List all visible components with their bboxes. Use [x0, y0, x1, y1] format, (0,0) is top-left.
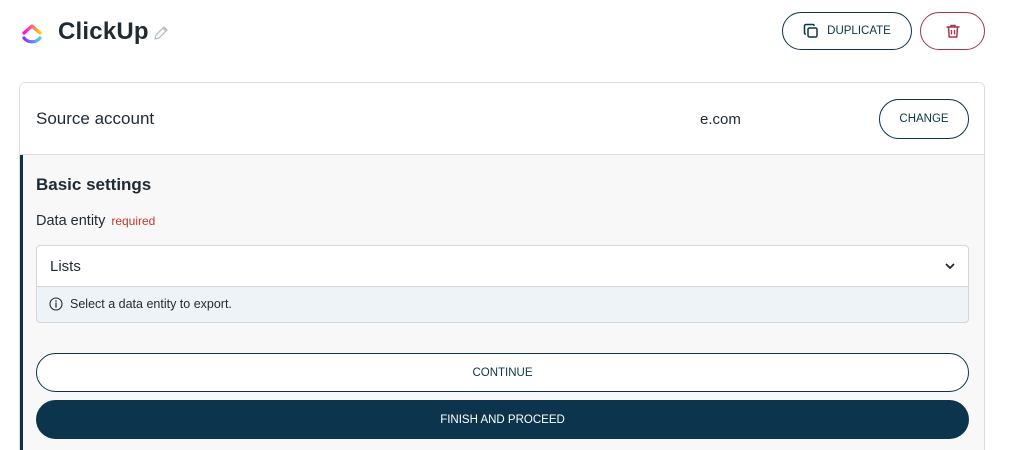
data-entity-select[interactable]: Lists	[36, 245, 969, 287]
basic-settings-section: Basic settings Data entity required Lists…	[20, 155, 984, 450]
source-account-row: Source account e.com CHANGE	[20, 83, 984, 155]
trash-icon	[945, 24, 960, 38]
field-label-text: Data entity	[36, 213, 106, 229]
copy-icon	[803, 23, 818, 38]
section-title: Basic settings	[36, 175, 152, 194]
duplicate-label: DUPLICATE	[827, 25, 891, 37]
required-badge: required	[111, 214, 156, 228]
app-title: ClickUp	[58, 18, 149, 45]
chevron-down-icon	[945, 263, 955, 269]
info-icon	[49, 297, 63, 311]
data-entity-label: Data entity required	[36, 213, 155, 229]
selected-value: Lists	[50, 258, 81, 275]
account-email: e.com	[700, 111, 741, 128]
pencil-icon[interactable]	[152, 24, 170, 42]
change-account-button[interactable]: CHANGE	[879, 99, 969, 139]
continue-button[interactable]: CONTINUE	[36, 353, 969, 392]
app-header: ClickUp DUPLICATE	[0, 0, 1024, 70]
field-hint: Select a data entity to export.	[36, 287, 969, 323]
delete-button[interactable]	[920, 12, 985, 50]
finish-and-proceed-button[interactable]: FINISH AND PROCEED	[36, 400, 969, 439]
source-account-label: Source account	[36, 109, 155, 128]
export-config-card: Source account e.com CHANGE Basic settin…	[19, 82, 985, 450]
duplicate-button[interactable]: DUPLICATE	[782, 12, 912, 50]
clickup-logo-icon	[22, 24, 42, 44]
hint-text: Select a data entity to export.	[70, 297, 232, 311]
